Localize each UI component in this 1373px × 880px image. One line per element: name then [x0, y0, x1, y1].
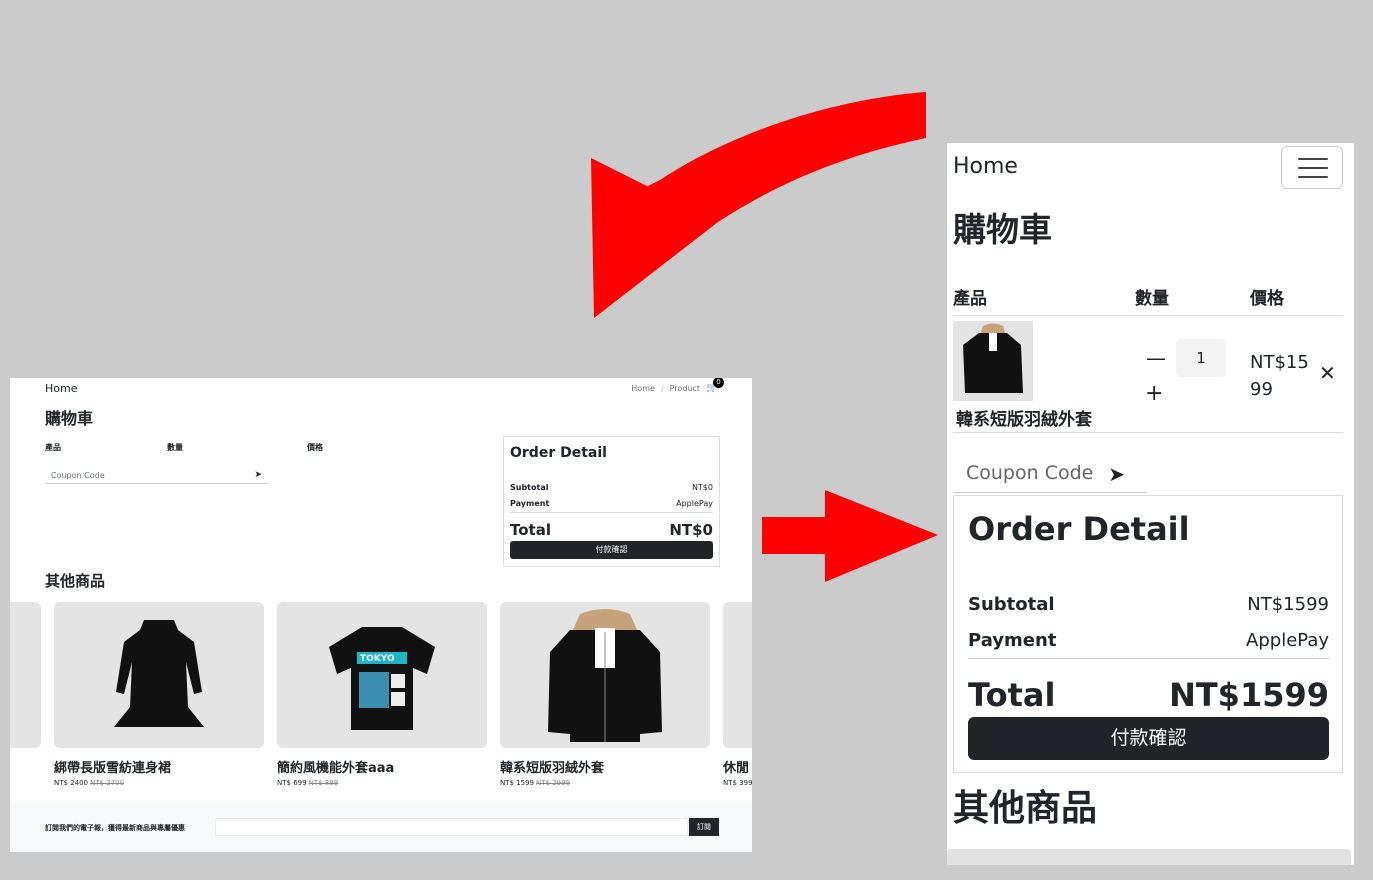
increase-quantity-button[interactable]: + — [1145, 381, 1163, 406]
curved-arrow — [640, 92, 926, 222]
checkout-button[interactable]: 付款確認 — [968, 717, 1329, 760]
table-header-quantity: 數量 — [167, 443, 183, 452]
cart-item-price: NT$1599 — [1250, 352, 1309, 400]
product-card[interactable]: TOKYO 簡約風機能外套aaa NT$ 699 NT$ 899 — [277, 602, 487, 787]
mobile-screenshot: Home 購物車 產品 數量 價格 韓系短版羽絨外套 — 1 + NT$1599… — [947, 143, 1354, 865]
navbar-links: Home / Product 🛒 0 — [631, 378, 724, 393]
order-detail-card: Order Detail Subtotal NT$0 Payment ApplePa… — [503, 436, 720, 567]
page-title: 購物車 — [45, 409, 94, 428]
other-products-title: 其他商品 — [45, 572, 106, 590]
navbar-brand[interactable]: Home — [953, 154, 1018, 179]
product-image — [500, 602, 710, 748]
product-card-partial[interactable] — [10, 602, 41, 748]
nav-link-home[interactable]: Home — [631, 384, 655, 393]
product-image — [723, 602, 752, 748]
desktop-screenshot: Home Home / Product 🛒 0 購物車 產品 數量 價格 Coup… — [10, 378, 752, 852]
product-name: 韓系短版羽絨外套 — [500, 761, 605, 776]
cart-icon[interactable]: 🛒 0 — [706, 378, 724, 393]
coupon-input[interactable]: Coupon Code ➤ — [45, 468, 268, 484]
order-detail-title: Order Detail — [968, 510, 1190, 548]
cart-item-image — [953, 321, 1033, 401]
table-header-product: 產品 — [45, 443, 61, 452]
straight-arrow — [762, 490, 938, 582]
coupon-placeholder: Coupon Code — [51, 471, 105, 480]
newsletter-email-input[interactable] — [215, 818, 688, 836]
send-icon[interactable]: ➤ — [254, 468, 262, 483]
subtotal-row: Subtotal NT$1599 — [968, 594, 1329, 615]
divider — [953, 432, 1343, 433]
product-price: NT$ 399 — [723, 779, 752, 787]
divider — [953, 315, 1343, 316]
product-card[interactable]: 綁帶長版雪紡連身裙 NT$ 2400 NT$ 2700 — [54, 602, 264, 787]
order-detail-card: Order Detail Subtotal NT$1599 Payment Appl… — [953, 495, 1343, 773]
subscribe-button[interactable]: 訂閱 — [689, 818, 719, 836]
coupon-placeholder: Coupon Code — [966, 462, 1094, 484]
payment-row: Payment ApplePay — [510, 499, 713, 513]
cart-item-name: 韓系短版羽絨外套 — [956, 410, 1092, 430]
menu-toggle-icon[interactable] — [1281, 146, 1343, 189]
newsletter-text: 訂閱我們的電子報，獲得最新商品與專屬優惠 — [45, 824, 185, 832]
order-detail-title: Order Detail — [510, 445, 607, 461]
product-name: 綁帶長版雪紡連身裙 — [54, 761, 172, 776]
payment-row: Payment ApplePay — [968, 630, 1329, 659]
product-price: NT$ 699 NT$ 899 — [277, 779, 339, 787]
navbar-brand[interactable]: Home — [45, 382, 77, 395]
product-card[interactable]: 休閒 NT$ 399 — [723, 602, 752, 787]
coupon-input[interactable]: Coupon Code ➤ — [953, 450, 1147, 493]
other-products-title: 其他商品 — [953, 788, 1098, 829]
table-header-price: 價格 — [1250, 289, 1284, 309]
product-name: 簡約風機能外套aaa — [277, 761, 395, 776]
product-image — [54, 602, 264, 748]
checkout-button[interactable]: 付款確認 — [510, 541, 713, 559]
remove-item-icon[interactable]: ✕ — [1319, 361, 1336, 385]
table-header-quantity: 數量 — [1135, 289, 1169, 309]
table-header-price: 價格 — [307, 443, 323, 452]
newsletter-footer: 訂閱我們的電子報，獲得最新商品與專屬優惠 訂閱 — [10, 801, 752, 852]
nav-link-product[interactable]: Product — [670, 384, 700, 393]
cart-badge: 0 — [713, 378, 724, 388]
product-price: NT$ 2400 NT$ 2700 — [54, 779, 125, 787]
svg-text:TOKYO: TOKYO — [360, 654, 395, 664]
table-header-product: 產品 — [953, 289, 987, 309]
subtotal-row: Subtotal NT$0 — [510, 483, 713, 492]
send-icon[interactable]: ➤ — [1108, 451, 1125, 497]
total-row: Total NT$0 — [510, 521, 713, 539]
quantity-input[interactable]: 1 — [1176, 339, 1226, 377]
product-price: NT$ 1599 NT$ 2999 — [500, 779, 571, 787]
product-card[interactable]: 韓系短版羽絨外套 NT$ 1599 NT$ 2999 — [500, 602, 710, 787]
product-image: TOKYO — [277, 602, 487, 748]
product-card-partial[interactable] — [947, 849, 1351, 865]
page-title: 購物車 — [953, 210, 1052, 249]
decrease-quantity-button[interactable]: — — [1146, 346, 1166, 370]
product-name: 休閒 — [723, 761, 750, 776]
total-row: Total NT$1599 — [968, 676, 1329, 714]
